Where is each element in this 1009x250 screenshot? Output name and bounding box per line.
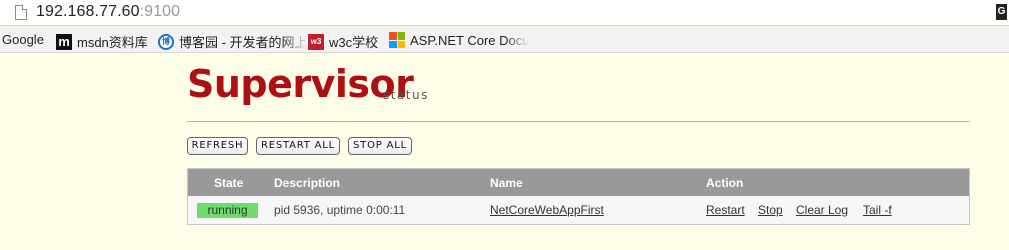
url-text[interactable]: 192.168.77.60:9100: [36, 3, 180, 21]
logo-subtitle: status: [383, 88, 429, 102]
column-header-state: State: [214, 176, 244, 190]
table-header: State Description Name Action: [188, 169, 969, 196]
bookmarks-bar: Google m msdn资料库 博 博客园 - 开发者的网上 w3 w3c学校…: [0, 27, 1009, 53]
windows-icon: [389, 32, 405, 48]
bookmark-cnblogs[interactable]: 博 博客园 - 开发者的网上: [158, 32, 308, 51]
tail-link[interactable]: Tail -f: [863, 203, 892, 217]
table-row: running pid 5936, uptime 0:00:11 NetCore…: [188, 196, 969, 224]
bookmark-label: 博客园 - 开发者的网上: [179, 35, 308, 50]
bookmark-aspnet[interactable]: ASP.NET Core Docu: [389, 32, 529, 48]
header-divider: [187, 121, 970, 122]
bookmark-google[interactable]: Google: [2, 32, 44, 47]
column-header-name: Name: [490, 176, 523, 190]
process-description: pid 5936, uptime 0:00:11: [274, 203, 406, 217]
clear-log-link[interactable]: Clear Log: [796, 203, 848, 217]
msdn-icon: m: [56, 33, 72, 50]
extension-icon[interactable]: G: [996, 4, 1007, 20]
bookmark-label: msdn资料库: [77, 35, 148, 50]
bookmark-label: Google: [2, 32, 44, 47]
status-badge: running: [197, 203, 258, 218]
page-icon: [15, 5, 27, 20]
bookmark-label: ASP.NET Core Docu: [410, 32, 530, 48]
restart-all-button[interactable]: RESTART ALL: [256, 137, 340, 155]
process-table: State Description Name Action running pi…: [187, 168, 970, 225]
stop-link[interactable]: Stop: [758, 203, 783, 217]
url-port: :9100: [139, 3, 181, 20]
column-header-action: Action: [706, 176, 744, 190]
bookmark-label: w3c学校: [329, 35, 379, 50]
column-header-description: Description: [274, 176, 341, 190]
cnblogs-icon: 博: [158, 33, 174, 50]
bookmark-msdn[interactable]: m msdn资料库: [56, 32, 148, 51]
supervisor-logo: Supervisor: [187, 62, 414, 106]
process-name-link[interactable]: NetCoreWebAppFirst: [490, 203, 604, 217]
stop-all-button[interactable]: STOP ALL: [348, 137, 412, 155]
refresh-button[interactable]: REFRESH: [187, 137, 248, 155]
restart-link[interactable]: Restart: [706, 203, 745, 217]
address-bar[interactable]: 192.168.77.60:9100 G: [0, 0, 1009, 26]
url-host: 192.168.77.60: [36, 3, 140, 20]
w3c-icon: w3: [308, 33, 324, 50]
bookmark-w3c[interactable]: w3 w3c学校: [308, 32, 378, 51]
